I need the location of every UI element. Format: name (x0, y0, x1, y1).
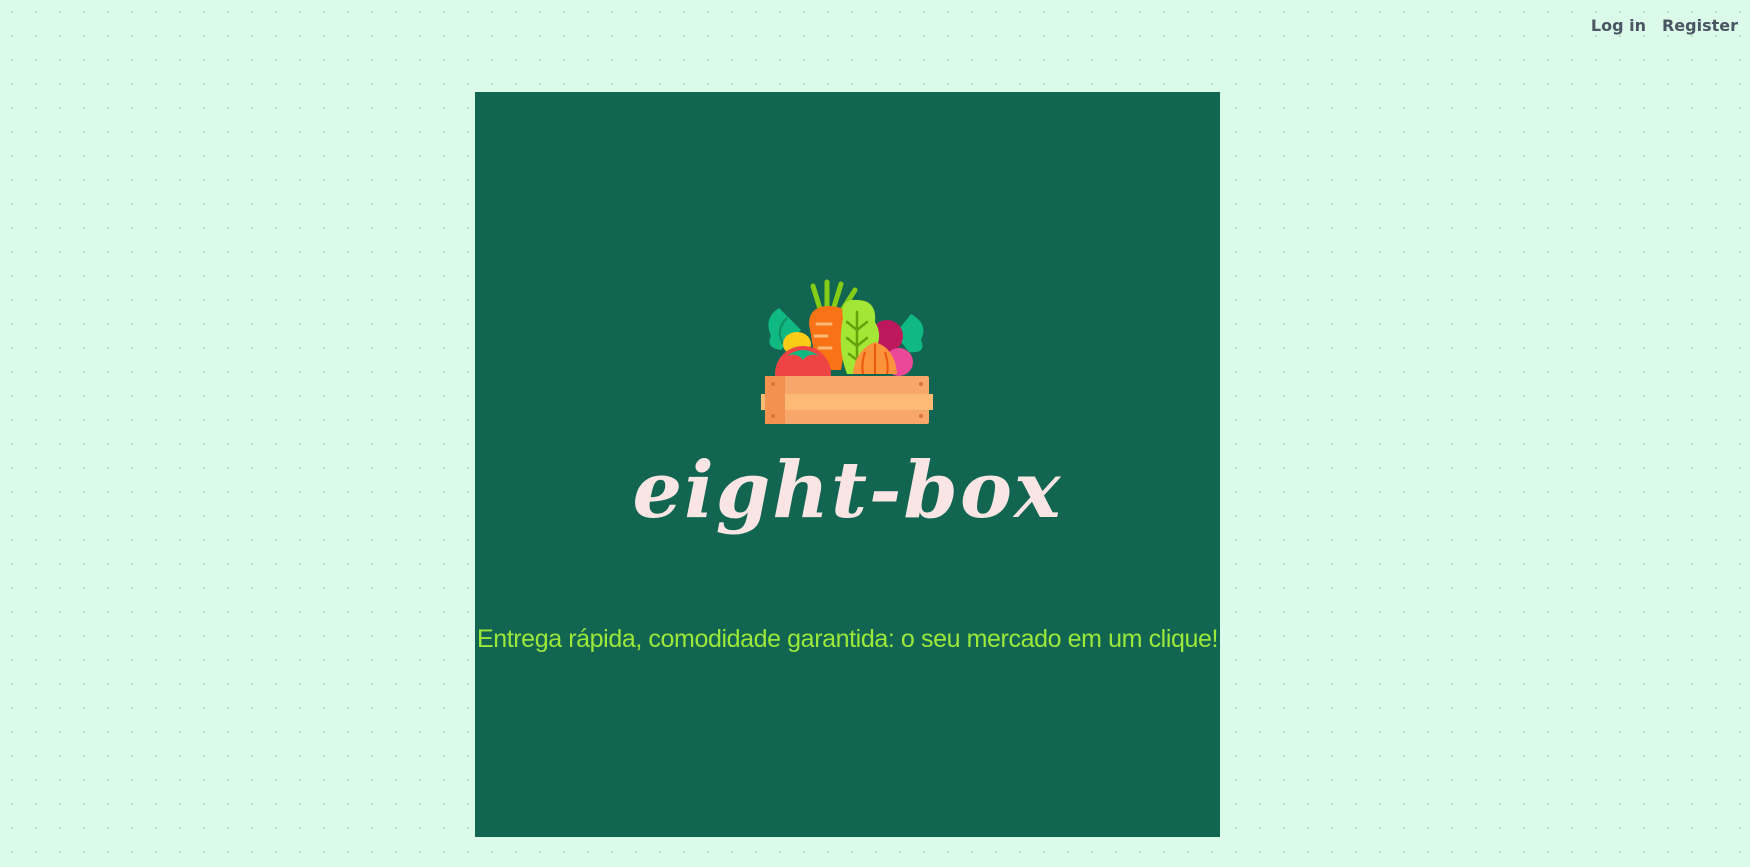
hero-banner: eight-box Entrega rápida, comodidade gar… (475, 92, 1220, 837)
top-nav: Log in Register (1591, 16, 1738, 35)
vegetable-crate-icon (761, 279, 933, 424)
brand-name: eight-box (632, 445, 1063, 536)
login-link[interactable]: Log in (1591, 16, 1646, 35)
hero-tagline: Entrega rápida, comodidade garantida: o … (476, 625, 1219, 653)
register-link[interactable]: Register (1662, 16, 1738, 35)
